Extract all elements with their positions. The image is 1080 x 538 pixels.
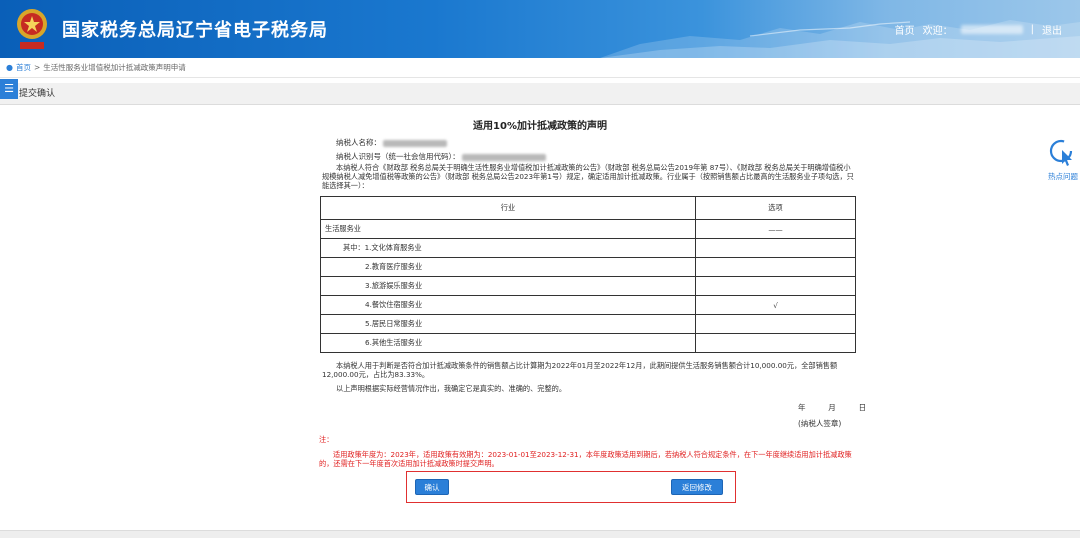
- date-year: 年: [798, 403, 806, 412]
- breadcrumb-home[interactable]: 首页: [16, 62, 31, 73]
- industry-table: 行业 选项 生活服务业 —— 其中：1.文化体育服务业 2.教育医疗服务业 3.…: [320, 196, 856, 353]
- header-nav: 首页 欢迎： | 退出: [895, 22, 1062, 37]
- taxpayer-name-label: 纳税人名称：: [336, 138, 381, 147]
- date-month: 月: [828, 403, 836, 412]
- horizontal-scrollbar[interactable]: [0, 530, 1080, 538]
- home-link[interactable]: 首页: [895, 22, 915, 37]
- option-cell-checked[interactable]: √: [695, 295, 856, 315]
- industry-label: 2.教育医疗服务业: [320, 257, 696, 277]
- menu-icon[interactable]: ☰: [0, 79, 18, 99]
- note-label: 注：: [319, 435, 334, 444]
- table-row: 2.教育医疗服务业: [320, 257, 856, 277]
- truth-statement: 以上声明根据实际经营情况作出，我确定它是真实的、准确的、完整的。: [336, 384, 567, 393]
- industry-label: 5.居民日常服务业: [320, 314, 696, 334]
- date-day: 日: [858, 403, 867, 412]
- breadcrumb-separator: >: [33, 63, 41, 72]
- redacted-user-name: [960, 25, 1023, 34]
- breadcrumb-current: 生活性服务业增值税加计抵减政策声明申请: [43, 63, 186, 72]
- industry-label: 其中：1.文化体育服务业: [320, 238, 696, 258]
- back-edit-button[interactable]: 返回修改: [671, 479, 723, 495]
- confirm-button[interactable]: 确认: [415, 479, 449, 495]
- redacted-taxpayer-id: [462, 153, 547, 161]
- nav-separator: |: [1030, 24, 1034, 35]
- table-header-industry: 行业: [320, 196, 696, 220]
- taxpayer-id-label: 纳税人识别号（统一社会信用代码）：: [336, 152, 460, 161]
- action-button-area: 确认 返回修改: [406, 471, 736, 503]
- option-cell: ——: [695, 219, 856, 239]
- table-row: 3.旅游娱乐服务业: [320, 276, 856, 296]
- declaration-intro: 本纳税人符合《财政部 税务总局关于明确生活性服务业增值税加计抵减政策的公告》（财…: [322, 163, 854, 190]
- option-cell[interactable]: [695, 333, 856, 353]
- table-header-option: 选项: [695, 196, 856, 220]
- option-cell[interactable]: [695, 238, 856, 258]
- logout-link[interactable]: 退出: [1042, 22, 1062, 37]
- table-row: 生活服务业 ——: [320, 219, 856, 239]
- table-row: 5.居民日常服务业: [320, 314, 856, 334]
- section-title: 提交确认: [0, 83, 1080, 105]
- option-cell[interactable]: [695, 314, 856, 334]
- industry-label: 6.其他生活服务业: [320, 333, 696, 353]
- declaration-document: 适用10%加计抵减政策的声明 纳税人名称： 纳税人识别号（统一社会信用代码）： …: [0, 105, 1080, 538]
- table-row: 6.其他生活服务业: [320, 333, 856, 353]
- location-pin-icon: ●: [6, 63, 13, 72]
- note-text: 适用政策年度为：2023年，适用政策有效期为：2023-01-01至2023-1…: [319, 450, 852, 468]
- option-cell[interactable]: [695, 276, 856, 296]
- industry-label: 生活服务业: [320, 219, 696, 239]
- breadcrumb: ● 首页 > 生活性服务业增值税加计抵减政策声明申请: [0, 58, 1080, 78]
- industry-label: 4.餐饮住宿服务业: [320, 295, 696, 315]
- welcome-text: 欢迎：: [922, 26, 953, 37]
- declaration-title: 适用10%加计抵减政策的声明: [473, 121, 607, 132]
- industry-label: 3.旅游娱乐服务业: [320, 276, 696, 296]
- table-row: 4.餐饮住宿服务业 √: [320, 295, 856, 315]
- taxpayer-name-row: 纳税人名称：: [336, 137, 448, 148]
- table-row: 其中：1.文化体育服务业: [320, 238, 856, 258]
- site-header: 国家税务总局辽宁省电子税务局 首页 欢迎： | 退出: [0, 0, 1080, 58]
- seal-label: (纳税人签章): [798, 419, 842, 428]
- period-statement: 本纳税人用于判断是否符合加计抵减政策条件的销售额占比计算期为2022年01月至2…: [322, 361, 838, 379]
- option-cell[interactable]: [695, 257, 856, 277]
- redacted-taxpayer-name: [383, 139, 448, 147]
- date-row: 年 月 日: [798, 402, 866, 413]
- tax-emblem-logo-icon: [17, 9, 47, 49]
- taxpayer-id-row: 纳税人识别号（统一社会信用代码）：: [336, 151, 547, 162]
- site-title: 国家税务总局辽宁省电子税务局: [62, 20, 328, 41]
